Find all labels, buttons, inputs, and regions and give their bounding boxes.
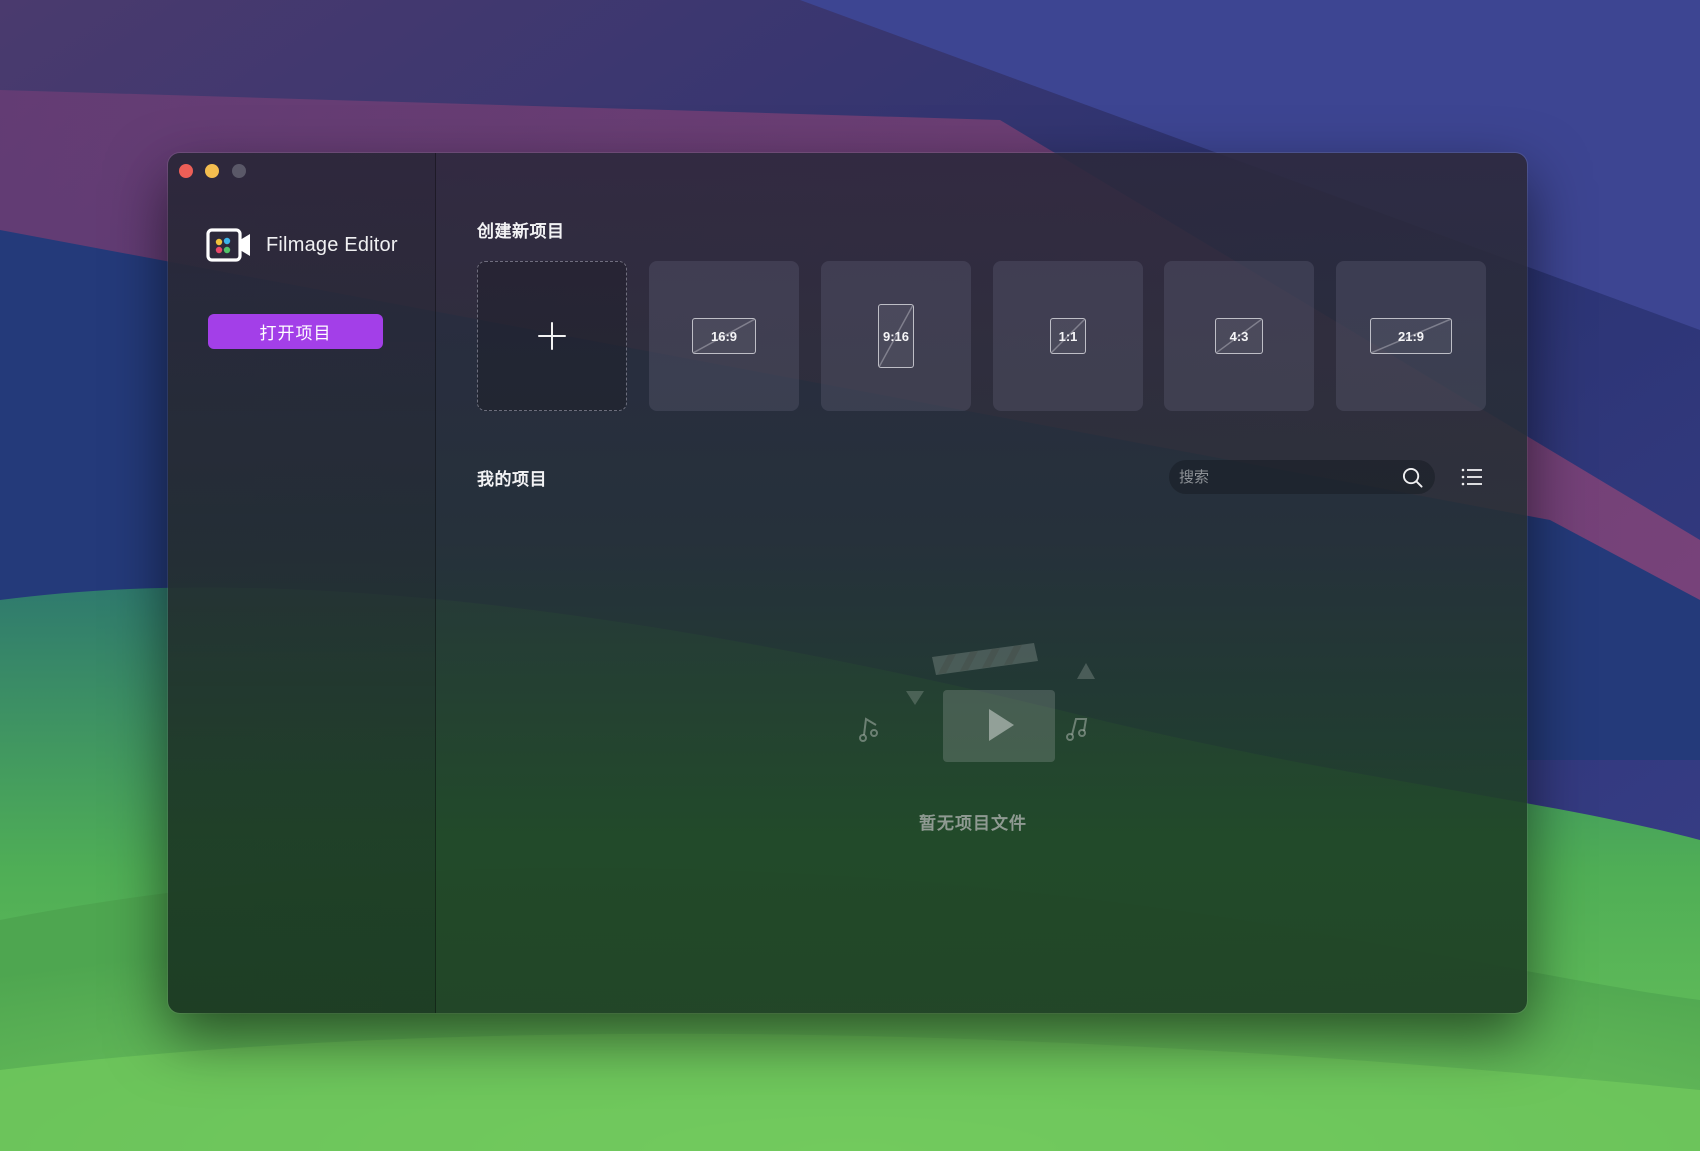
open-project-button[interactable]: 打开项目 bbox=[208, 314, 383, 349]
ratio-tile-16-9[interactable]: 16:9 bbox=[649, 261, 799, 411]
plus-icon bbox=[538, 322, 566, 350]
window-zoom-button[interactable] bbox=[232, 164, 246, 178]
window-close-button[interactable] bbox=[179, 164, 193, 178]
app-name: Filmage Editor bbox=[266, 233, 398, 256]
app-brand: Filmage Editor bbox=[206, 226, 398, 264]
ratio-label: 9:16 bbox=[882, 328, 910, 344]
ratio-frame: 4:3 bbox=[1215, 318, 1263, 354]
search-box bbox=[1169, 460, 1435, 494]
search-icon[interactable] bbox=[1402, 467, 1423, 488]
sidebar: Filmage Editor 打开项目 bbox=[168, 153, 436, 1013]
ratio-label: 16:9 bbox=[710, 328, 738, 344]
ratio-frame: 9:16 bbox=[878, 304, 914, 368]
app-logo-icon bbox=[206, 228, 250, 262]
clapperboard-illustration bbox=[859, 643, 1095, 762]
ratio-frame: 21:9 bbox=[1370, 318, 1452, 354]
ratio-label: 21:9 bbox=[1397, 328, 1425, 344]
ratio-tile-1-1[interactable]: 1:1 bbox=[993, 261, 1143, 411]
ratio-frame: 16:9 bbox=[692, 318, 756, 354]
ratio-tile-4-3[interactable]: 4:3 bbox=[1164, 261, 1314, 411]
ratio-frame: 1:1 bbox=[1050, 318, 1086, 354]
ratio-tile-9-16[interactable]: 9:16 bbox=[821, 261, 971, 411]
ratio-label: 4:3 bbox=[1229, 328, 1249, 344]
search-input[interactable] bbox=[1179, 460, 1389, 494]
app-window: Filmage Editor 打开项目 创建新项目 16:9 9:16 1:1 … bbox=[168, 153, 1527, 1013]
create-project-title: 创建新项目 bbox=[477, 222, 565, 241]
ratio-label: 1:1 bbox=[1058, 328, 1078, 344]
my-projects-title: 我的项目 bbox=[477, 470, 547, 489]
window-minimize-button[interactable] bbox=[205, 164, 219, 178]
list-view-icon[interactable] bbox=[1461, 467, 1483, 487]
ratio-tile-21-9[interactable]: 21:9 bbox=[1336, 261, 1486, 411]
new-project-tile[interactable] bbox=[477, 261, 627, 411]
empty-state-text: 暂无项目文件 bbox=[919, 814, 1027, 833]
